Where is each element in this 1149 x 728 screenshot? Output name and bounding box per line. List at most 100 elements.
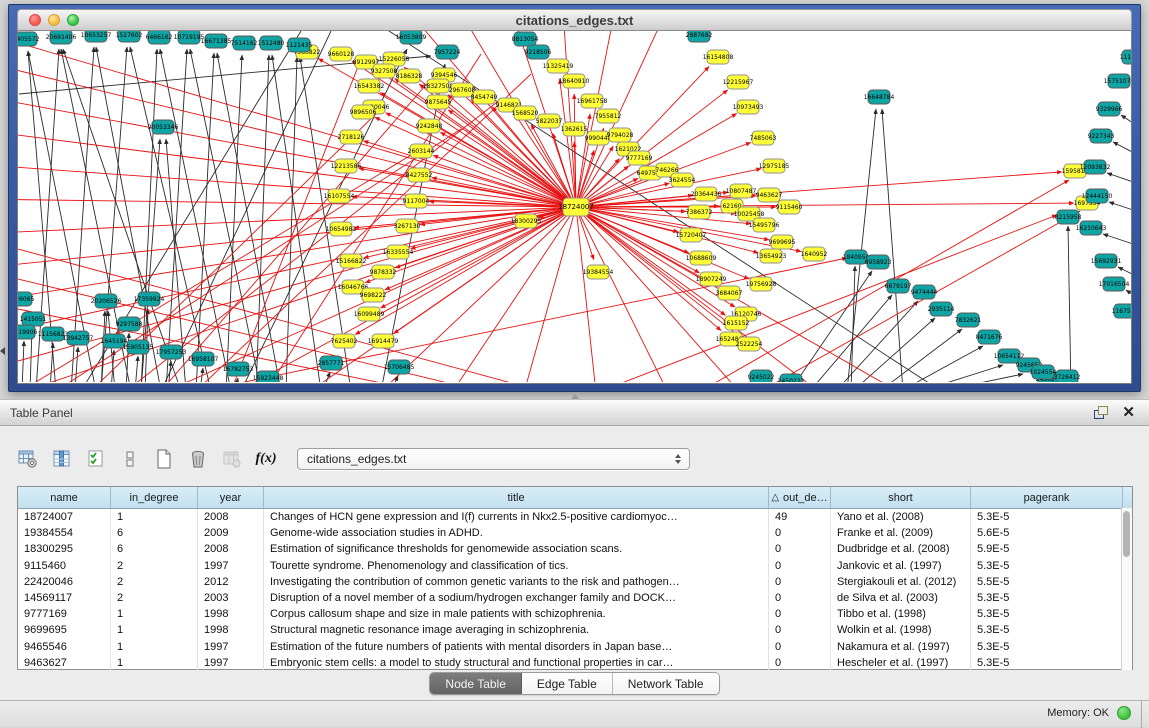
graph-node[interactable]: 17359924 [134, 292, 165, 306]
graph-node[interactable]: 12975185 [759, 159, 790, 173]
graph-node[interactable]: 8215958 [1055, 210, 1082, 224]
graph-node[interactable]: 10807487 [726, 184, 757, 198]
row-selection-mode-icon[interactable] [85, 448, 107, 470]
graph-node[interactable]: 18640910 [559, 74, 590, 88]
column-header-name[interactable]: name [18, 487, 111, 508]
table-cell[interactable]: 5.3E-5 [971, 655, 1123, 671]
graph-node[interactable]: 13654923 [756, 249, 787, 263]
table-cell[interactable]: Disruption of a novel member of a sodium… [264, 590, 769, 606]
table-cell[interactable]: Corpus callosum shape and size in male p… [264, 606, 769, 622]
column-header-year[interactable]: year [198, 487, 264, 508]
table-cell[interactable]: 1997 [198, 639, 264, 655]
table-scrollbar[interactable] [1121, 508, 1132, 670]
table-cell[interactable]: Embryonic stem cells: a model to study s… [264, 655, 769, 671]
table-cell[interactable]: 18300295 [18, 541, 111, 557]
table-cell[interactable]: 1 [111, 622, 198, 638]
graph-node[interactable]: 7625402 [331, 334, 358, 348]
graph-node[interactable]: 2935114 [928, 302, 955, 316]
table-row[interactable]: 977716911998Corpus callosum shape and si… [18, 606, 1132, 622]
graph-node[interactable]: 18300295 [511, 214, 542, 228]
graph-node[interactable]: 1117304 [1120, 50, 1132, 64]
table-cell[interactable]: 9465546 [18, 639, 111, 655]
table-cell[interactable]: 1997 [198, 558, 264, 574]
table-cell[interactable]: 22420046 [18, 574, 111, 590]
table-cell[interactable]: 1 [111, 639, 198, 655]
graph-node[interactable]: 2522254 [736, 337, 763, 351]
graph-node[interactable]: 16961758 [577, 94, 608, 108]
memory-status-icon[interactable] [1117, 706, 1131, 720]
table-cell[interactable]: Hescheler et al. (1997) [831, 655, 971, 671]
graph-edge[interactable] [323, 372, 330, 382]
close-panel-icon[interactable]: ✕ [1122, 406, 1135, 419]
table-cell[interactable]: Changes of HCN gene expression and I(f) … [264, 509, 769, 525]
graph-node[interactable]: 2857771 [318, 356, 345, 370]
tab-node-table[interactable]: Node Table [430, 673, 522, 694]
graph-edge[interactable] [511, 207, 576, 382]
graph-node[interactable]: 16958107 [188, 352, 219, 366]
graph-edge[interactable] [810, 295, 892, 382]
table-cell[interactable]: 5.3E-5 [971, 622, 1123, 638]
table-cell[interactable]: 9463627 [18, 655, 111, 671]
graph-node[interactable]: 17016504 [1099, 277, 1130, 291]
table-row[interactable]: 2242004622012Investigating the contribut… [18, 574, 1132, 590]
graph-node[interactable]: 3919906 [18, 325, 38, 339]
graph-node[interactable]: 9896506 [350, 105, 377, 119]
table-cell[interactable]: 1 [111, 606, 198, 622]
create-table-icon[interactable] [153, 448, 175, 470]
graph-node[interactable]: 16107554 [324, 189, 355, 203]
tab-network-table[interactable]: Network Table [613, 673, 719, 694]
graph-node[interactable]: 9474444 [911, 285, 938, 299]
column-header-in-degree[interactable]: in_degree [111, 487, 198, 508]
table-cell[interactable]: 5.3E-5 [971, 558, 1123, 574]
table-cell[interactable]: 2008 [198, 541, 264, 557]
graph-node[interactable]: 11325419 [543, 59, 574, 73]
table-settings-icon[interactable] [17, 448, 39, 470]
graph-node[interactable]: 8471676 [976, 330, 1003, 344]
graph-edge[interactable] [166, 49, 187, 382]
graph-node[interactable]: 16671385 [201, 34, 232, 48]
graph-node[interactable]: 16210643 [1076, 221, 1107, 235]
graph-node[interactable]: 7514162 [231, 36, 258, 50]
graph-node[interactable]: 1362615 [561, 122, 588, 136]
table-row[interactable]: 1872400712008Changes of HCN gene express… [18, 509, 1132, 525]
graph-edge[interactable] [300, 57, 351, 382]
table-cell[interactable]: 0 [769, 590, 831, 606]
graph-edge[interactable] [1103, 234, 1132, 247]
graph-node[interactable]: 2405572 [18, 32, 40, 46]
graph-edge[interactable] [18, 59, 576, 207]
graph-node[interactable]: 2887682 [686, 31, 713, 42]
graph-node[interactable]: 7485063 [750, 131, 777, 145]
table-cell[interactable]: 2008 [198, 509, 264, 525]
graph-node[interactable]: 7832621 [955, 313, 982, 327]
float-panel-icon[interactable] [1094, 406, 1108, 419]
graph-edge[interactable] [1131, 87, 1132, 99]
graph-node[interactable]: 17957253 [156, 345, 187, 359]
graph-node[interactable]: 16154808 [703, 50, 734, 64]
table-cell[interactable]: Stergiakouli et al. (2012) [831, 574, 971, 590]
table-cell[interactable]: 2012 [198, 574, 264, 590]
graph-node[interactable]: 18907249 [696, 272, 727, 286]
table-cell[interactable]: Tourette syndrome. Phenomenology and cla… [264, 558, 769, 574]
graph-node[interactable]: 8813054 [512, 32, 539, 46]
graph-node[interactable]: 2450222 [778, 374, 805, 382]
graph-edge[interactable] [18, 129, 576, 207]
splitter-collapse-arrow[interactable] [0, 347, 5, 355]
graph-node[interactable]: 2718126 [338, 130, 365, 144]
rows-icon[interactable] [119, 448, 141, 470]
graph-node[interactable]: 9698222 [360, 288, 387, 302]
table-cell[interactable]: 1 [111, 509, 198, 525]
table-cell[interactable]: 1 [111, 655, 198, 671]
table-cell[interactable]: Structural magnetic resonance image aver… [264, 622, 769, 638]
network-canvas[interactable]: 7963822966012889129971522605893275081654… [17, 31, 1132, 384]
table-cell[interactable]: 0 [769, 525, 831, 541]
graph-node[interactable]: 20206526 [91, 294, 122, 308]
table-cell[interactable]: 0 [769, 558, 831, 574]
table-row[interactable]: 969969511998Structural magnetic resonanc… [18, 622, 1132, 638]
graph-edge[interactable] [22, 341, 24, 382]
network-window-titlebar[interactable]: citations_edges.txt [17, 9, 1132, 31]
table-cell[interactable]: 0 [769, 541, 831, 557]
graph-node[interactable]: 5822037 [536, 114, 563, 128]
table-cell[interactable]: 2 [111, 574, 198, 590]
table-cell[interactable]: 19384554 [18, 525, 111, 541]
graph-node[interactable]: 7386372 [686, 205, 713, 219]
